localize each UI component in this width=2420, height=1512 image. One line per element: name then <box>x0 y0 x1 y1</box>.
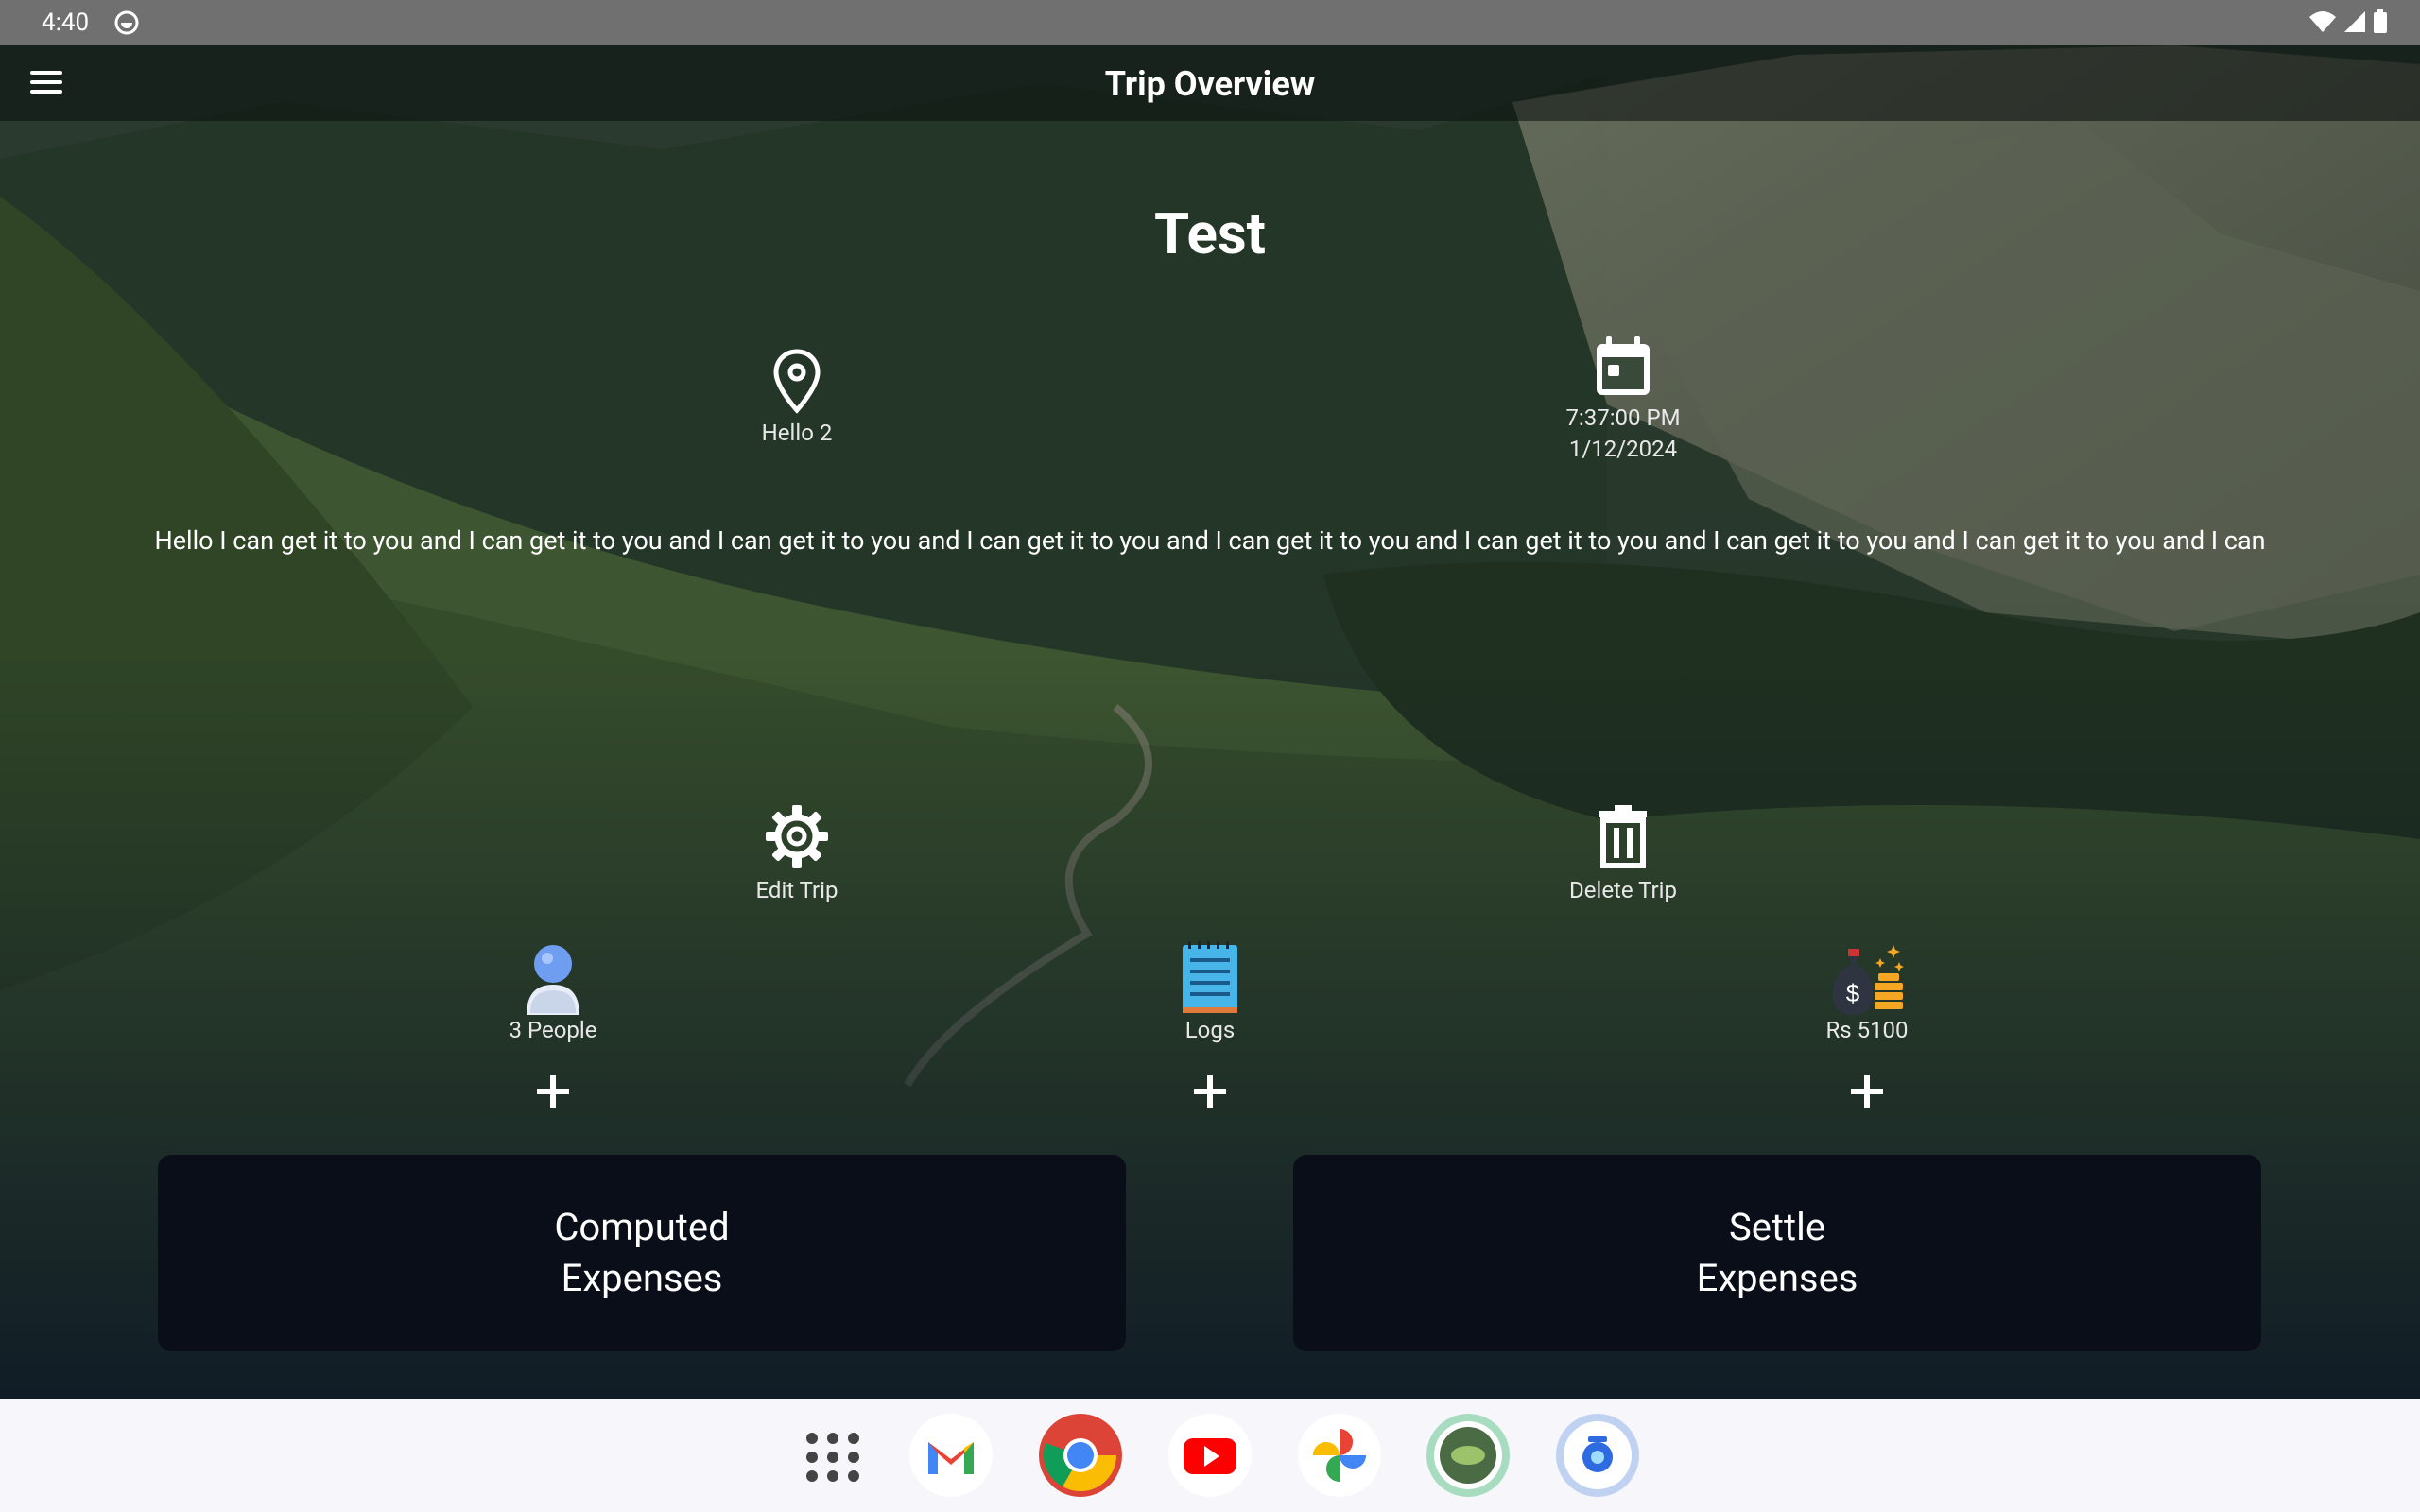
add-expense-icon[interactable] <box>1848 1073 1886 1110</box>
app-title: Trip Overview <box>1104 64 1316 104</box>
expenses-total: Rs 5100 <box>1825 1017 1909 1043</box>
svg-text:$: $ <box>1846 979 1860 1007</box>
photos-icon[interactable] <box>1296 1412 1383 1499</box>
gear-icon <box>766 805 828 868</box>
edit-trip-label: Edit Trip <box>755 877 838 903</box>
delete-trip-button[interactable]: Delete Trip <box>1529 803 1718 903</box>
money-bag-icon: $ <box>1832 945 1904 1015</box>
wifi-icon <box>2309 11 2336 32</box>
edit-trip-button[interactable]: Edit Trip <box>702 803 891 903</box>
add-person-icon[interactable] <box>534 1073 572 1110</box>
trip-date: 1/12/2024 <box>1568 436 1678 462</box>
person-icon <box>527 945 579 1015</box>
status-time: 4:40 <box>42 9 90 37</box>
location-pin-icon <box>773 349 821 414</box>
status-icons <box>2308 9 2388 34</box>
trip-app-icon[interactable] <box>1425 1412 1512 1499</box>
chrome-icon[interactable] <box>1037 1412 1124 1499</box>
settle-expenses-button[interactable]: Settle Expenses <box>1293 1155 2261 1351</box>
app-bar: Trip Overview <box>0 45 2420 121</box>
youtube-icon[interactable] <box>1167 1412 1253 1499</box>
people-stat[interactable]: 3 People <box>458 941 648 1043</box>
computed-expenses-label: Computed Expenses <box>554 1205 730 1300</box>
notepad-icon <box>1183 941 1237 1013</box>
add-log-icon[interactable] <box>1191 1073 1229 1110</box>
people-count: 3 People <box>509 1017 597 1043</box>
cell-signal-icon <box>2344 11 2365 32</box>
camera-icon[interactable] <box>1554 1412 1641 1499</box>
settle-expenses-label: Settle Expenses <box>1696 1205 1858 1300</box>
trip-description: Hello I can get it to you and I can get … <box>154 525 2266 556</box>
delete-trip-label: Delete Trip <box>1569 877 1677 903</box>
trash-icon <box>1599 805 1647 868</box>
battery-icon <box>2374 9 2387 33</box>
trip-location: Hello 2 <box>702 348 891 449</box>
logs-stat[interactable]: Logs <box>1115 941 1305 1043</box>
taskbar <box>0 1399 2420 1512</box>
calendar-icon <box>1597 336 1650 395</box>
app-drawer-icon[interactable] <box>789 1412 876 1499</box>
trip-datetime: 7:37:00 PM 1/12/2024 <box>1529 335 1718 465</box>
status-bar: 4:40 <box>0 0 2420 45</box>
location-label: Hello 2 <box>761 420 833 446</box>
sync-status-icon <box>114 10 139 35</box>
computed-expenses-button[interactable]: Computed Expenses <box>158 1155 1126 1351</box>
gmail-icon[interactable] <box>908 1412 994 1499</box>
logs-label: Logs <box>1184 1017 1236 1043</box>
trip-name: Test <box>1153 200 1266 267</box>
expenses-stat[interactable]: $ Rs 5100 <box>1772 941 1962 1043</box>
trip-time: 7:37:00 PM <box>1565 404 1681 431</box>
